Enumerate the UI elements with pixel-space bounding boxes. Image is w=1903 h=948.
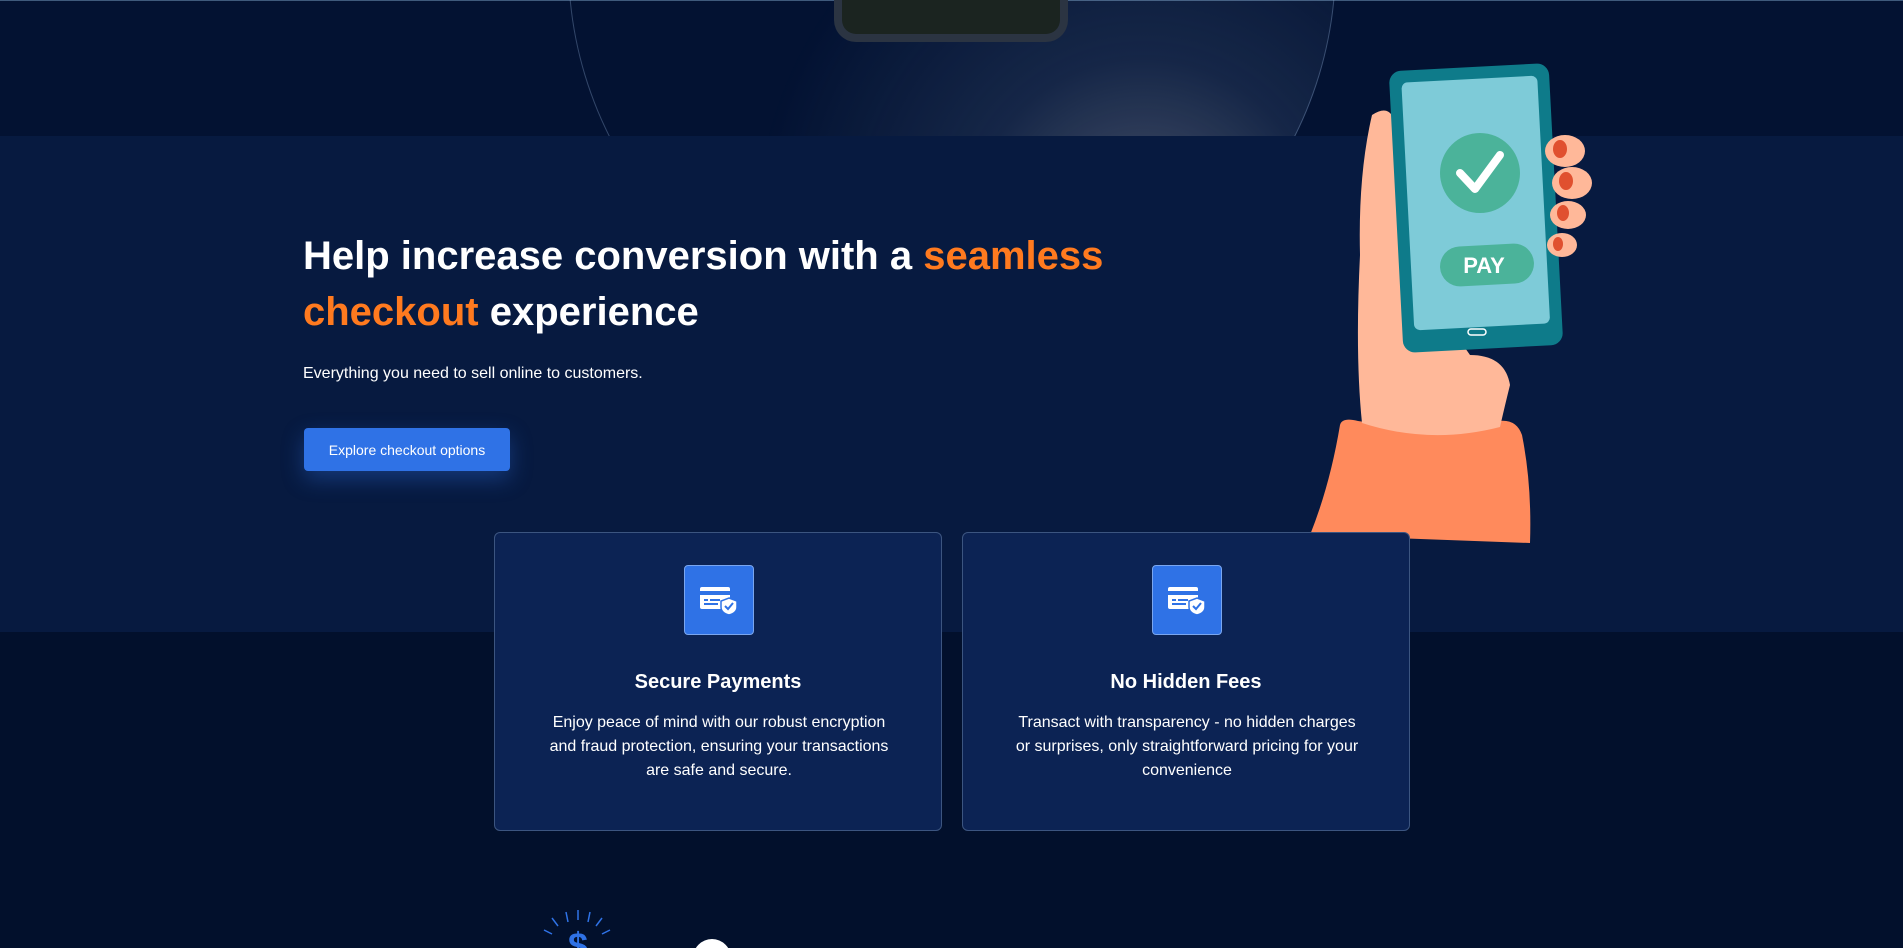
explore-checkout-button[interactable]: Explore checkout options <box>304 428 510 471</box>
dollar-sparkle-icon: $ <box>543 910 611 948</box>
fingernail-1 <box>1553 140 1567 158</box>
features-section <box>0 632 1903 948</box>
hero-subtitle: Everything you need to sell online to cu… <box>303 365 643 382</box>
card-description: Transact with transparency - no hidden c… <box>1015 714 1359 779</box>
fingernail-2 <box>1559 172 1573 190</box>
card-title: Secure Payments <box>634 671 802 693</box>
page: Help increase conversion with a seamless… <box>0 0 1903 948</box>
sleeve-shape <box>1310 419 1531 543</box>
fingernail-4 <box>1553 237 1563 251</box>
card-description: Enjoy peace of mind with our robust encr… <box>549 714 889 779</box>
feature-card-secure-payments: Secure Payments Enjoy peace of mind with… <box>494 532 942 831</box>
hero-title-part1: Help increase conversion with a <box>303 234 924 278</box>
card-shield-svg <box>700 587 738 616</box>
feature-card-no-hidden-fees: No Hidden Fees Transact with transparenc… <box>962 532 1410 831</box>
fingernail-3 <box>1557 205 1569 221</box>
phone-mockup-decoration <box>834 0 1068 42</box>
card-title: No Hidden Fees <box>1110 671 1262 693</box>
pay-label: PAY <box>1463 253 1505 278</box>
secure-card-icon <box>684 565 754 635</box>
secure-card-icon <box>1152 565 1222 635</box>
hero-title: Help increase conversion with a seamless… <box>303 228 1163 340</box>
hero-title-part2: experience <box>478 290 699 334</box>
card-shield-svg <box>1168 587 1206 616</box>
hand-holding-phone-icon: PAY <box>1310 63 1592 543</box>
check-circle <box>1440 133 1520 213</box>
svg-text:$: $ <box>568 925 588 948</box>
